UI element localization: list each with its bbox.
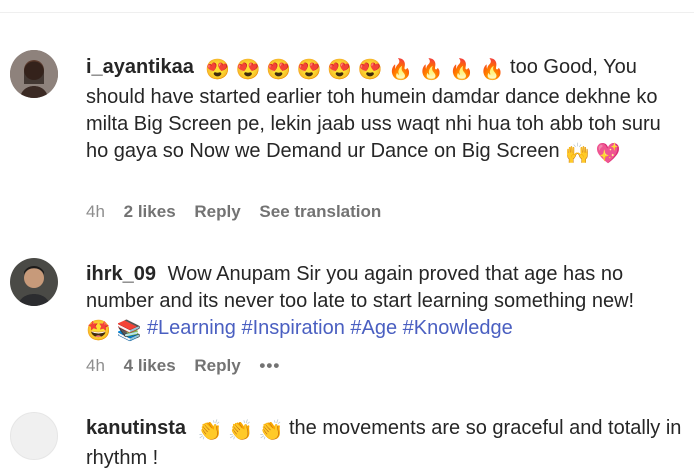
likes-count[interactable]: 2 likes	[124, 202, 176, 221]
username[interactable]: ihrk_09	[86, 263, 156, 285]
hashtags[interactable]: #Learning #Inspiration #Age #Knowledge	[147, 317, 513, 339]
avatar[interactable]	[10, 412, 58, 460]
emoji-prefix: 😍 😍 😍 😍 😍 😍 🔥 🔥 🔥 🔥	[205, 59, 505, 81]
more-options-icon[interactable]: •••	[259, 356, 280, 375]
timestamp[interactable]: 4h	[86, 356, 105, 375]
username[interactable]: i_ayantikaa	[86, 56, 194, 78]
emoji-suffix: 🙌 💖	[565, 143, 621, 165]
username[interactable]: kanutinsta	[86, 417, 186, 439]
comment-meta: 4h 4 likes Reply •••	[86, 356, 294, 376]
comment-text: i_ayantikaa 😍 😍 😍 😍 😍 😍 🔥 🔥 🔥 🔥 too Good…	[86, 54, 686, 168]
likes-count[interactable]: 4 likes	[124, 356, 176, 375]
emoji-inline: 🤩 📚	[86, 320, 142, 342]
avatar-image	[10, 50, 58, 98]
timestamp[interactable]: 4h	[86, 202, 105, 221]
avatar[interactable]	[10, 50, 58, 98]
divider	[0, 12, 694, 13]
avatar-image	[10, 258, 58, 306]
avatar[interactable]	[10, 258, 58, 306]
see-translation-button[interactable]: See translation	[259, 202, 381, 221]
comment-text: ihrk_09 Wow Anupam Sir you again proved …	[86, 261, 686, 345]
comment-text: kanutinsta 👏 👏 👏 the movements are so gr…	[86, 415, 686, 472]
reply-button[interactable]: Reply	[194, 202, 240, 221]
comment-meta: 4h 2 likes Reply See translation	[86, 202, 395, 222]
emoji-prefix: 👏 👏 👏	[197, 420, 284, 442]
comment-body: Wow Anupam Sir you again proved that age…	[86, 263, 635, 312]
reply-button[interactable]: Reply	[194, 356, 240, 375]
